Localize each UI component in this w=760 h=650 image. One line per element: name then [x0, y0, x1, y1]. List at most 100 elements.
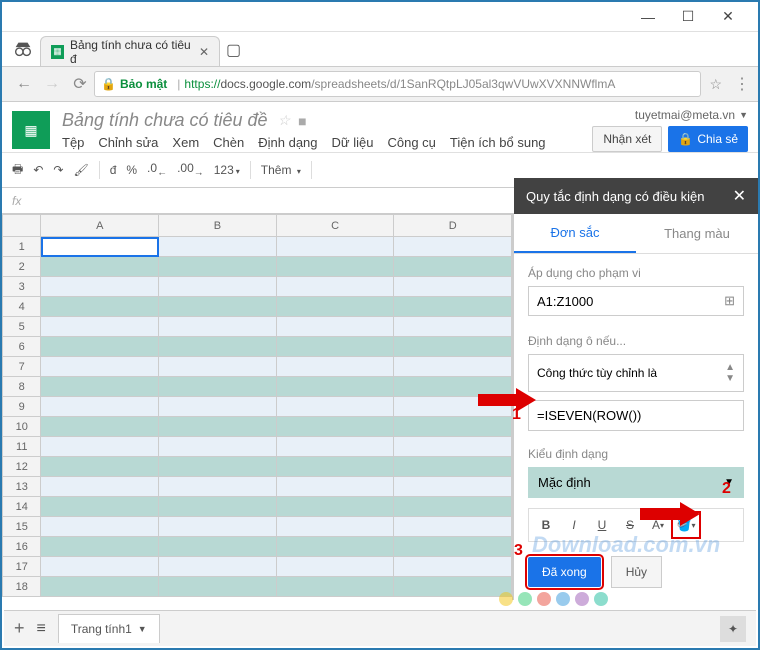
sheet-tab[interactable]: Trang tính1 ▼ [58, 614, 160, 643]
cell[interactable] [394, 337, 512, 357]
column-header[interactable]: A [41, 215, 159, 237]
comments-button[interactable]: Nhận xét [592, 126, 662, 152]
cell[interactable] [41, 517, 159, 537]
nav-back-button[interactable]: ← [10, 75, 38, 93]
cell[interactable] [159, 357, 277, 377]
cell[interactable] [276, 557, 394, 577]
cell[interactable] [41, 557, 159, 577]
menu-dữ liệu[interactable]: Dữ liệu [332, 135, 374, 150]
condition-select[interactable]: Công thức tùy chỉnh là ▲▼ [528, 354, 744, 392]
tab-close-icon[interactable]: ✕ [199, 45, 209, 59]
row-header[interactable]: 8 [3, 377, 41, 397]
add-sheet-button[interactable]: + [14, 618, 25, 639]
menu-công cụ[interactable]: Công cụ [387, 135, 435, 150]
cell[interactable] [276, 277, 394, 297]
range-input[interactable]: A1:Z1000 ⊞ [528, 286, 744, 316]
nav-reload-button[interactable]: ⟳ [66, 74, 94, 94]
share-button[interactable]: 🔒Chia sẻ [668, 126, 748, 152]
percent-button[interactable]: % [126, 163, 137, 177]
document-title[interactable]: Bảng tính chưa có tiêu đề [62, 110, 268, 131]
tab-single-color[interactable]: Đơn sắc [514, 214, 636, 253]
increase-decimal-button[interactable]: .00→ [177, 161, 204, 178]
cell[interactable] [41, 437, 159, 457]
cell[interactable] [394, 557, 512, 577]
cell[interactable] [394, 277, 512, 297]
done-button[interactable]: Đã xong [528, 557, 601, 587]
cell[interactable] [159, 277, 277, 297]
more-formats-button[interactable]: Thêm ▾ [261, 163, 301, 177]
cell[interactable] [276, 517, 394, 537]
cell[interactable] [276, 437, 394, 457]
cell[interactable] [394, 577, 512, 597]
row-header[interactable]: 17 [3, 557, 41, 577]
cell[interactable] [394, 357, 512, 377]
cell[interactable] [159, 337, 277, 357]
cell[interactable] [41, 537, 159, 557]
row-header[interactable]: 9 [3, 397, 41, 417]
cell[interactable] [41, 377, 159, 397]
cell[interactable] [159, 517, 277, 537]
column-header[interactable]: D [394, 215, 512, 237]
cell[interactable] [159, 497, 277, 517]
folder-icon[interactable]: ■ [298, 113, 306, 129]
window-close-button[interactable]: ✕ [708, 8, 748, 25]
row-header[interactable]: 2 [3, 257, 41, 277]
paint-format-button[interactable]: 🖌 [73, 163, 88, 177]
cell[interactable] [41, 237, 159, 257]
menu-định dạng[interactable]: Định dạng [258, 135, 317, 150]
cell[interactable] [159, 257, 277, 277]
cell[interactable] [276, 257, 394, 277]
cell[interactable] [394, 457, 512, 477]
cell[interactable] [41, 477, 159, 497]
grid-icon[interactable]: ⊞ [724, 293, 735, 309]
browser-menu-button[interactable]: ⋮ [734, 74, 750, 94]
cell[interactable] [394, 257, 512, 277]
new-tab-button[interactable]: ▢ [226, 40, 241, 60]
cell[interactable] [41, 417, 159, 437]
row-header[interactable]: 5 [3, 317, 41, 337]
menu-chèn[interactable]: Chèn [213, 135, 244, 150]
cell[interactable] [41, 457, 159, 477]
cell[interactable] [394, 417, 512, 437]
row-header[interactable]: 15 [3, 517, 41, 537]
tab-color-scale[interactable]: Thang màu [636, 214, 758, 253]
window-maximize-button[interactable]: ☐ [668, 8, 708, 25]
currency-button[interactable]: đ [110, 163, 117, 177]
bookmark-star-icon[interactable]: ☆ [709, 76, 722, 93]
cell[interactable] [276, 397, 394, 417]
all-sheets-button[interactable]: ≡ [37, 620, 46, 638]
cell[interactable] [394, 297, 512, 317]
cell[interactable] [41, 357, 159, 377]
row-header[interactable]: 14 [3, 497, 41, 517]
menu-tệp[interactable]: Tệp [62, 135, 84, 150]
cell[interactable] [276, 577, 394, 597]
cell[interactable] [41, 397, 159, 417]
browser-tab[interactable]: ▦ Bảng tính chưa có tiêu đ ✕ [40, 36, 220, 66]
cell[interactable] [276, 497, 394, 517]
cell[interactable] [159, 537, 277, 557]
row-header[interactable]: 7 [3, 357, 41, 377]
cell[interactable] [41, 257, 159, 277]
explore-button[interactable]: ✦ [720, 616, 746, 642]
cell[interactable] [276, 237, 394, 257]
cell[interactable] [394, 437, 512, 457]
cell[interactable] [276, 457, 394, 477]
cell[interactable] [276, 477, 394, 497]
cell[interactable] [276, 417, 394, 437]
cell[interactable] [41, 577, 159, 597]
row-header[interactable]: 13 [3, 477, 41, 497]
address-bar[interactable]: 🔒 Bảo mật | https://docs.google.com/spre… [94, 71, 701, 97]
spreadsheet-grid[interactable]: ABCD 123456789101112131415161718 [2, 214, 512, 597]
cell[interactable] [394, 317, 512, 337]
cell[interactable] [394, 497, 512, 517]
cell[interactable] [394, 537, 512, 557]
cell[interactable] [159, 297, 277, 317]
cell[interactable] [394, 517, 512, 537]
cell[interactable] [159, 577, 277, 597]
cell[interactable] [159, 437, 277, 457]
cell[interactable] [41, 317, 159, 337]
sheets-logo-icon[interactable]: ▦ [12, 111, 50, 149]
star-icon[interactable]: ☆ [278, 112, 291, 129]
cell[interactable] [159, 557, 277, 577]
cell[interactable] [159, 397, 277, 417]
